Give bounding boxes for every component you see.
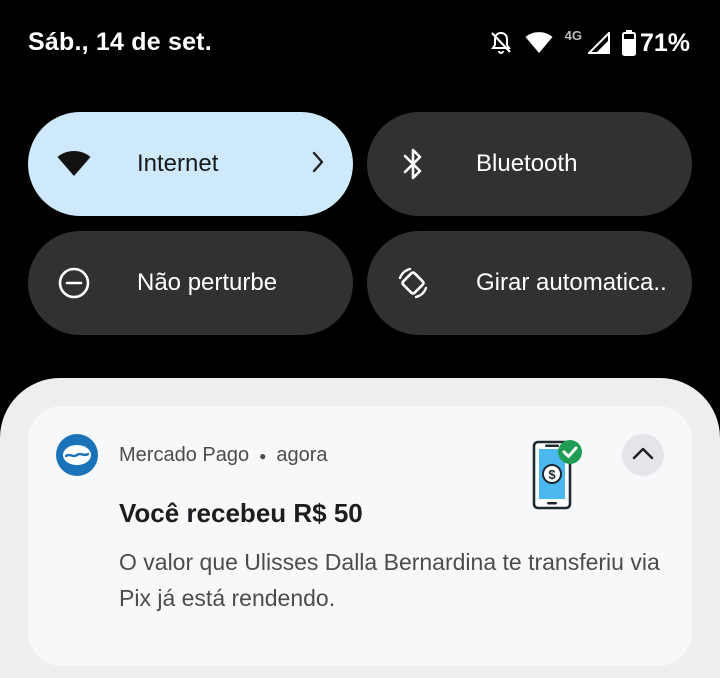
status-bar: Sáb., 14 de set. 4G 71% <box>0 0 720 88</box>
phone-money-check-icon: $ <box>528 436 588 521</box>
battery-indicator: 71% <box>621 28 690 58</box>
chevron-up-icon <box>632 446 654 465</box>
wifi-icon <box>525 32 553 54</box>
collapse-button[interactable] <box>622 434 664 476</box>
bluetooth-icon <box>395 146 431 182</box>
svg-text:$: $ <box>548 467 556 482</box>
notification-time: agora <box>276 444 328 466</box>
tile-internet-label: Internet <box>137 150 219 177</box>
battery-icon <box>621 30 636 56</box>
chevron-right-icon <box>311 150 325 179</box>
battery-percentage: 71% <box>639 28 690 57</box>
tile-do-not-disturb[interactable]: Não perturbe <box>28 231 353 335</box>
tile-auto-rotate-label: Girar automatica.. <box>476 269 667 296</box>
wifi-icon <box>56 146 92 182</box>
tile-auto-rotate[interactable]: Girar automatica.. <box>367 231 692 335</box>
cell-signal-icon <box>587 32 610 54</box>
notification-header: Mercado Pago ● agora <box>119 444 327 467</box>
network-type: 4G <box>564 27 582 43</box>
tile-do-not-disturb-label: Não perturbe <box>137 269 278 296</box>
tile-internet[interactable]: Internet <box>28 112 353 216</box>
bell-off-icon <box>489 30 513 56</box>
separator-dot: ● <box>259 448 267 463</box>
tile-bluetooth[interactable]: Bluetooth <box>367 112 692 216</box>
notification-body: O valor que Ulisses Dalla Bernardina te … <box>119 549 660 611</box>
do-not-disturb-icon <box>56 265 92 301</box>
tile-bluetooth-label: Bluetooth <box>476 150 578 177</box>
auto-rotate-icon <box>395 265 431 301</box>
mercado-pago-icon <box>56 434 98 476</box>
notification-card[interactable]: Mercado Pago ● agora Você recebeu R$ 50 … <box>28 406 692 666</box>
app-name: Mercado Pago <box>119 444 250 466</box>
status-date: Sáb., 14 de set. <box>28 28 212 56</box>
status-icons: 4G 71% <box>489 26 690 60</box>
notification-title: Você recebeu R$ 50 <box>119 498 363 528</box>
